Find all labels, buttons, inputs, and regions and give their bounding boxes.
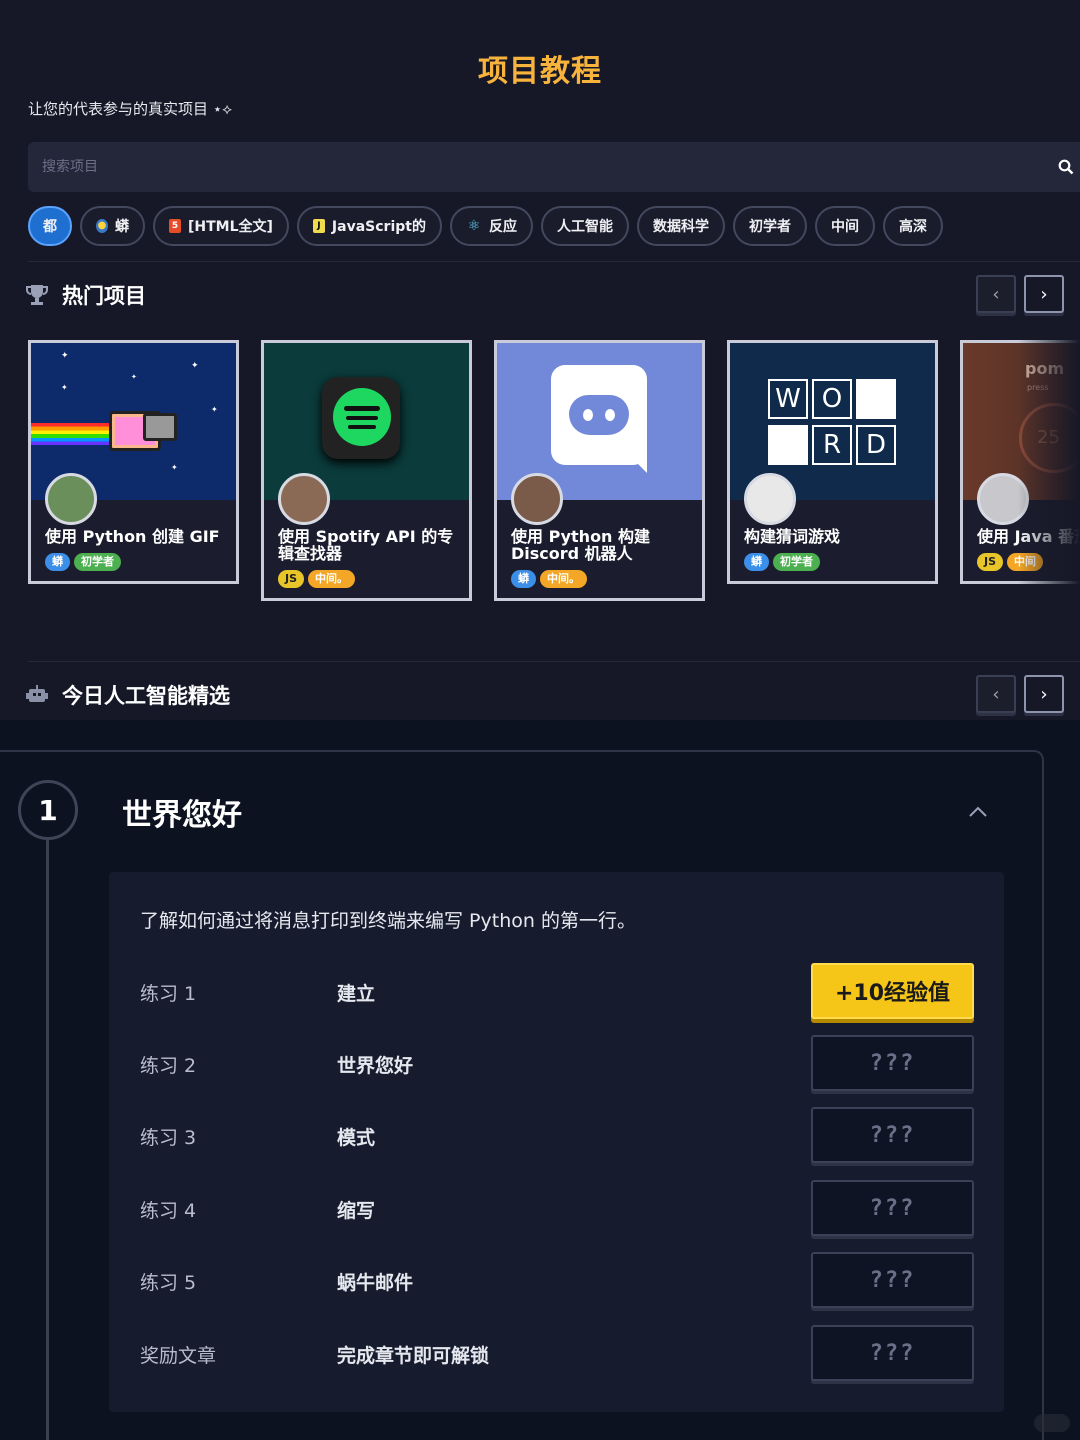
filter-chip-intermediate[interactable]: 中间 bbox=[814, 206, 875, 246]
search-input[interactable] bbox=[28, 142, 1028, 192]
chevron-left-icon: ‹ bbox=[992, 683, 1000, 705]
popular-section-heading: 热门项目 bbox=[24, 280, 146, 310]
filter-chip-javascript[interactable]: J JavaScript的 bbox=[296, 206, 442, 246]
divider bbox=[28, 261, 1080, 262]
avatar bbox=[744, 473, 796, 525]
watermark bbox=[1034, 1414, 1070, 1432]
filter-chip-react[interactable]: ⚛ 反应 bbox=[449, 206, 533, 246]
chevron-right-icon: › bbox=[1040, 283, 1048, 305]
chapter-number: 1 bbox=[18, 780, 78, 840]
divider bbox=[28, 661, 1080, 662]
locked-xp-button[interactable]: ??? bbox=[811, 1252, 974, 1308]
project-card[interactable]: 使用 Spotify API 的专辑查找器 JS 中间。 bbox=[261, 340, 472, 601]
exercise-row: 练习 2 世界您好 ??? bbox=[140, 1035, 974, 1091]
language-tag: 蟒 bbox=[45, 553, 70, 571]
page-subtitle: 让您的代表参与的真实项目 ⋆⟡ bbox=[28, 100, 233, 118]
exercise-row: 练习 4 缩写 ??? bbox=[140, 1180, 974, 1236]
exercise-row: 奖励文章 完成章节即可解锁 ??? bbox=[140, 1325, 974, 1381]
search-bar bbox=[28, 142, 1080, 192]
project-card[interactable]: W O R D 构建猜词游戏 蟒 初学者 bbox=[727, 340, 938, 584]
chapter-title: 世界您好 bbox=[122, 798, 242, 833]
popular-prev-button[interactable]: ‹ bbox=[976, 275, 1016, 313]
search-icon[interactable] bbox=[1058, 159, 1074, 175]
level-tag: 中间。 bbox=[540, 570, 587, 588]
language-tag: 蟒 bbox=[511, 570, 536, 588]
xp-button[interactable]: +10经验值 bbox=[811, 963, 974, 1019]
language-tag: JS bbox=[977, 553, 1004, 571]
exercise-row: 练习 1 建立 +10经验值 bbox=[140, 963, 974, 1019]
chapter-description: 了解如何通过将消息打印到终端来编写 Python 的第一行。 bbox=[140, 910, 636, 932]
popular-carousel: ✦ ✦ ✦ ✦ ✦ ✦ 使用 Python 创建 GIF 蟒 初学者 使用 Sp… bbox=[28, 340, 1080, 615]
avatar bbox=[45, 473, 97, 525]
exercise-row: 练习 5 蜗牛邮件 ??? bbox=[140, 1252, 974, 1308]
locked-xp-button[interactable]: ??? bbox=[811, 1325, 974, 1381]
filter-chips: 都 ● 蟒 5 [HTML全文] J JavaScript的 ⚛ 反应 人工智能 数据科… bbox=[28, 206, 943, 246]
filter-chip-beginner[interactable]: 初学者 bbox=[732, 206, 807, 246]
filter-chip-advanced[interactable]: 高深 bbox=[882, 206, 943, 246]
locked-xp-button[interactable]: ??? bbox=[811, 1107, 974, 1163]
locked-xp-button[interactable]: ??? bbox=[811, 1035, 974, 1091]
avatar bbox=[511, 473, 563, 525]
ai-nav: ‹ › bbox=[976, 675, 1064, 713]
project-card[interactable]: ✦ ✦ ✦ ✦ ✦ ✦ 使用 Python 创建 GIF 蟒 初学者 bbox=[28, 340, 239, 584]
level-tag: 中间。 bbox=[308, 570, 356, 588]
progress-line bbox=[46, 840, 49, 1440]
popular-next-button[interactable]: › bbox=[1024, 275, 1064, 313]
robot-icon bbox=[26, 685, 48, 702]
locked-xp-button[interactable]: ??? bbox=[811, 1180, 974, 1236]
level-tag: 初学者 bbox=[74, 553, 121, 571]
filter-chip-python[interactable]: ● 蟒 bbox=[80, 206, 145, 246]
python-icon: ● bbox=[96, 219, 108, 233]
html5-icon: 5 bbox=[169, 219, 181, 233]
filter-chip-ai[interactable]: 人工智能 bbox=[540, 206, 629, 246]
ai-section-heading: 今日人工智能精选 bbox=[24, 680, 230, 710]
chevron-up-icon[interactable] bbox=[966, 800, 990, 824]
chapter-panel: 了解如何通过将消息打印到终端来编写 Python 的第一行。 练习 1 建立 +… bbox=[109, 872, 1004, 1412]
trophy-icon bbox=[26, 285, 48, 305]
language-tag: JS bbox=[278, 570, 305, 588]
language-tag: 蟒 bbox=[744, 553, 769, 571]
filter-chip-html[interactable]: 5 [HTML全文] bbox=[153, 206, 289, 246]
avatar bbox=[278, 473, 330, 525]
level-tag: 初学者 bbox=[773, 553, 820, 571]
chevron-left-icon: ‹ bbox=[992, 283, 1000, 305]
ai-prev-button[interactable]: ‹ bbox=[976, 675, 1016, 713]
react-icon: ⚛ bbox=[467, 218, 481, 234]
chevron-right-icon: › bbox=[1040, 683, 1048, 705]
project-card[interactable]: 使用 Python 构建 Discord 机器人 蟒 中间。 bbox=[494, 340, 705, 601]
ai-next-button[interactable]: › bbox=[1024, 675, 1064, 713]
page-title: 项目教程 bbox=[478, 54, 602, 89]
filter-chip-data-science[interactable]: 数据科学 bbox=[636, 206, 725, 246]
javascript-icon: J bbox=[312, 219, 325, 233]
exercise-row: 练习 3 模式 ??? bbox=[140, 1107, 974, 1163]
popular-nav: ‹ › bbox=[976, 275, 1064, 313]
filter-chip-all[interactable]: 都 bbox=[28, 206, 72, 246]
